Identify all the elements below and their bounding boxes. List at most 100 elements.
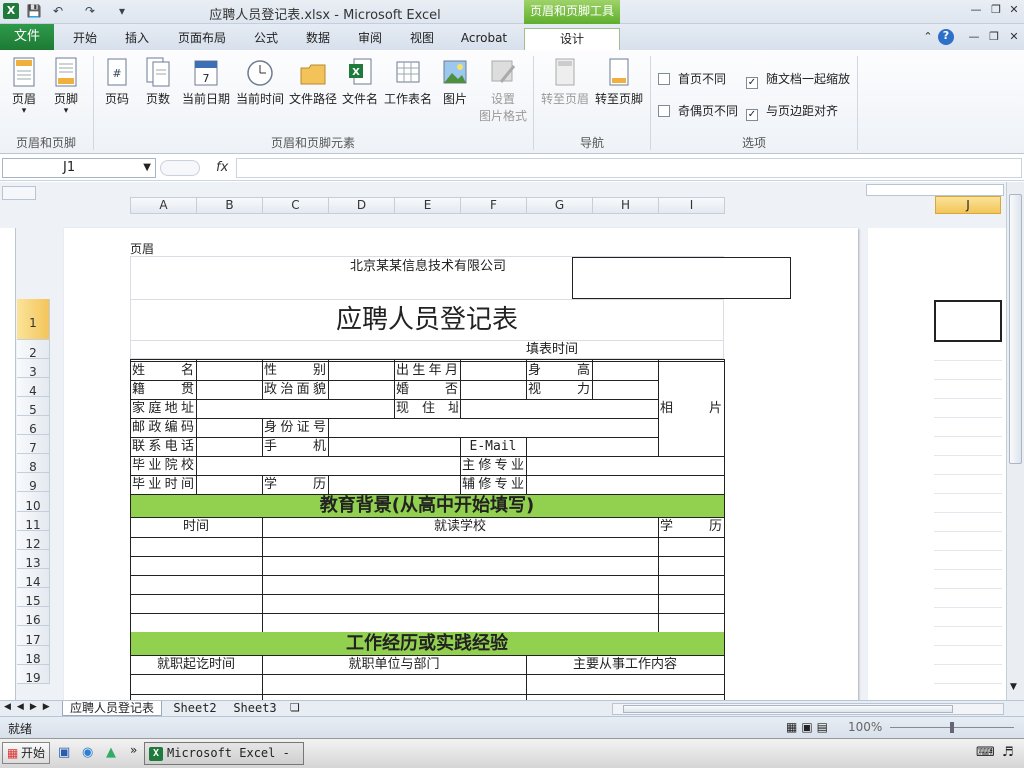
row-header[interactable]: 17 (17, 626, 50, 647)
tab-view[interactable]: 视图 (400, 28, 444, 50)
row-header[interactable]: 1 (17, 299, 50, 340)
label-id-number[interactable]: 身份证号 (264, 419, 326, 436)
browser-icon[interactable]: ◉ (82, 745, 93, 760)
header-right-section[interactable] (572, 257, 791, 299)
column-header[interactable]: F (460, 197, 527, 214)
label-origin[interactable]: 籍 贯 (132, 381, 194, 398)
current-date-button[interactable]: 7 当前日期 (180, 54, 232, 107)
tab-review[interactable]: 审阅 (348, 28, 392, 50)
picture-button[interactable]: 图片 (438, 54, 472, 107)
label-birth[interactable]: 出生年月 (396, 362, 458, 379)
label-degree[interactable]: 学 历 (264, 476, 326, 493)
doc-close-icon[interactable]: ✕ (1006, 30, 1022, 44)
row-header[interactable]: 18 (17, 646, 50, 666)
goto-footer-button[interactable]: 转至页脚 (592, 54, 646, 107)
page-header-label[interactable]: 页眉 (130, 241, 190, 257)
section-title-education[interactable]: 教育背景(从高中开始填写) (130, 495, 724, 517)
row-header[interactable]: 11 (17, 512, 50, 532)
label-mobile[interactable]: 手 机 (264, 438, 326, 455)
sheet-tab[interactable]: Sheet3 (228, 701, 282, 716)
select-all-corner[interactable] (2, 186, 36, 200)
label-current-address[interactable]: 现 住 址 (396, 400, 458, 417)
row-header[interactable]: 19 (17, 665, 50, 685)
row-header[interactable]: 6 (17, 416, 50, 436)
column-header[interactable]: G (526, 197, 593, 214)
column-header[interactable]: C (262, 197, 329, 214)
row-header[interactable]: 12 (17, 531, 50, 551)
tab-file[interactable]: 文件 (0, 24, 54, 50)
insert-function-icon[interactable]: fx (216, 160, 228, 175)
label-email[interactable]: E-Mail (462, 438, 524, 455)
minimize-icon[interactable]: — (968, 3, 984, 17)
tab-insert[interactable]: 插入 (114, 28, 160, 50)
diff-first-page-checkbox[interactable]: 首页不同 (658, 70, 726, 87)
column-j-cells[interactable] (934, 342, 1002, 708)
zoom-level[interactable]: 100% (848, 720, 882, 734)
taskbar-excel-item[interactable]: XMicrosoft Excel - ... (144, 742, 304, 768)
label-photo[interactable]: 相 片 (660, 399, 722, 419)
scroll-down-icon[interactable]: ▼ (1010, 682, 1017, 692)
row-header[interactable]: 8 (17, 454, 50, 474)
formula-input[interactable] (236, 158, 1022, 178)
label-name[interactable]: 姓 名 (132, 362, 194, 379)
label-home-address[interactable]: 家庭地址 (132, 400, 194, 417)
header-company-name[interactable]: 北京某某信息技术有限公司 (350, 257, 570, 277)
app-icon[interactable]: ▲ (106, 745, 116, 760)
label-height[interactable]: 身 高 (528, 362, 590, 379)
name-box[interactable]: J1 ▼ (2, 158, 156, 178)
align-margins-checkbox[interactable]: ✓ 与页边距对齐 (746, 102, 838, 121)
work-header-content[interactable]: 主要从事工作内容 (526, 656, 724, 674)
column-header[interactable]: E (394, 197, 461, 214)
tab-page-layout[interactable]: 页面布局 (170, 28, 234, 50)
doc-minimize-icon[interactable]: — (966, 30, 982, 44)
row-header[interactable]: 4 (17, 378, 50, 398)
row-header[interactable]: 2 (17, 340, 50, 360)
goto-header-button[interactable]: 转至页眉 (538, 54, 592, 107)
edu-header-time[interactable]: 时间 (130, 518, 262, 536)
horizontal-scrollbar[interactable] (612, 703, 1004, 715)
tab-data[interactable]: 数据 (296, 28, 340, 50)
column-header-j[interactable]: J (935, 196, 1001, 214)
vertical-scrollbar[interactable]: ▼ (1006, 182, 1024, 700)
more-icon[interactable]: » (130, 743, 137, 757)
label-postcode[interactable]: 邮政编码 (132, 419, 194, 436)
label-phone[interactable]: 联系电话 (132, 438, 194, 455)
sheet-name-button[interactable]: 工作表名 (382, 54, 434, 107)
start-button[interactable]: ▦ 开始 (2, 742, 50, 764)
close-icon[interactable]: ✕ (1006, 3, 1022, 17)
edu-header-school[interactable]: 就读学校 (262, 518, 658, 536)
sheet-tab[interactable]: Sheet2 (168, 701, 222, 716)
tab-acrobat[interactable]: Acrobat (454, 28, 514, 50)
row-header[interactable]: 15 (17, 588, 50, 608)
column-header[interactable]: B (196, 197, 263, 214)
label-vision[interactable]: 视 力 (528, 381, 590, 398)
scale-with-document-checkbox[interactable]: ✓ 随文档一起缩放 (746, 70, 850, 89)
sheet-tab-active[interactable]: 应聘人员登记表 (62, 701, 162, 716)
tab-home[interactable]: 开始 (62, 28, 108, 50)
column-header[interactable]: A (130, 197, 197, 214)
sheet-nav-arrows-icon[interactable]: ◀◀▶▶ (4, 702, 56, 712)
label-minor[interactable]: 辅修专业 (462, 476, 524, 493)
column-header[interactable]: D (328, 197, 395, 214)
doc-restore-icon[interactable]: ❐ (986, 30, 1002, 44)
row-header[interactable]: 3 (17, 359, 50, 379)
tab-formulas[interactable]: 公式 (244, 28, 288, 50)
row-header[interactable]: 5 (17, 397, 50, 417)
section-title-work[interactable]: 工作经历或实践经验 (130, 633, 724, 655)
collapse-ribbon-icon[interactable]: ⌃ (920, 30, 936, 44)
file-path-button[interactable]: 文件路径 (288, 54, 338, 107)
edu-header-degree[interactable]: 学 历 (660, 518, 722, 536)
help-icon[interactable]: ? (938, 29, 954, 45)
chevron-down-icon[interactable]: ▼ (143, 159, 151, 177)
work-header-period[interactable]: 就职起讫时间 (130, 656, 262, 674)
vertical-scroll-thumb[interactable] (1009, 194, 1022, 464)
page-number-button[interactable]: # 页码 (100, 54, 134, 107)
label-political[interactable]: 政治面貌 (264, 381, 326, 398)
work-header-unit[interactable]: 就职单位与部门 (262, 656, 526, 674)
format-picture-button[interactable]: 设置 图片格式 (476, 54, 530, 124)
row-header[interactable]: 16 (17, 607, 50, 627)
label-major[interactable]: 主修专业 (462, 457, 524, 474)
page-count-button[interactable]: 页数 (140, 54, 176, 107)
keyboard-icon[interactable]: ⌨ (976, 745, 995, 760)
view-mode-icons[interactable]: ▦▣▤ (786, 720, 832, 734)
